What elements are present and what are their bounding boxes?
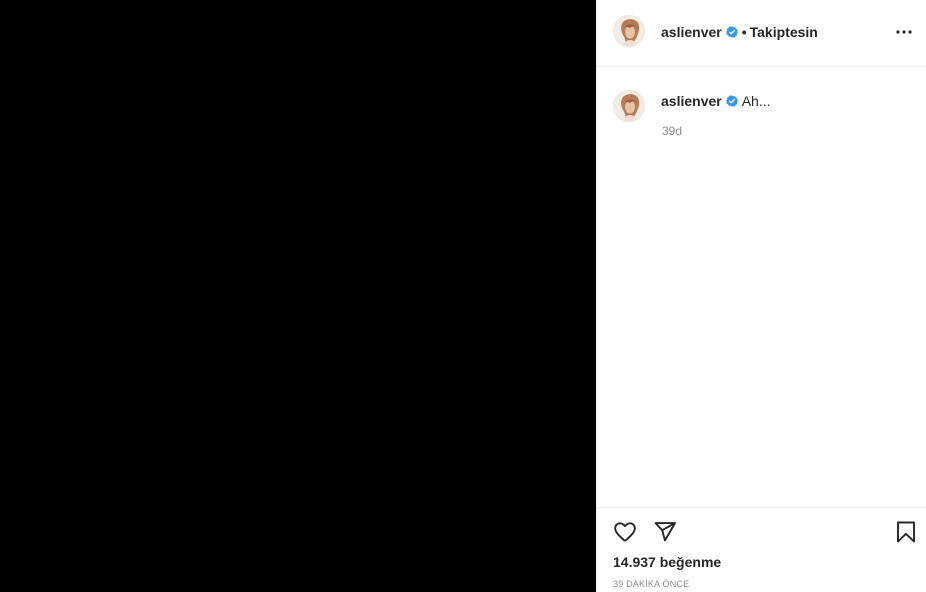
- paper-plane-icon[interactable]: [653, 520, 677, 544]
- post-media[interactable]: [0, 0, 596, 592]
- caption-time: 39d: [662, 124, 683, 138]
- likes-count[interactable]: 14.937 beğenme: [613, 554, 721, 570]
- heart-outline-icon[interactable]: [613, 520, 637, 544]
- header-separator: •: [741, 24, 747, 40]
- post-header: aslienver • Takiptesin: [597, 0, 926, 67]
- caption-avatar[interactable]: [613, 90, 645, 122]
- avatar-image: [614, 16, 644, 46]
- post-timestamp: 39 DAKİKA ÖNCE: [613, 579, 690, 589]
- header-username[interactable]: aslienver: [661, 24, 722, 40]
- post-actions: 14.937 beğenme 39 DAKİKA ÖNCE: [597, 507, 926, 592]
- post-viewer: aslienver • Takiptesin aslienver Ah... 3…: [0, 0, 926, 592]
- avatar[interactable]: [613, 15, 645, 47]
- caption-text: Ah...: [741, 93, 771, 109]
- caption-line: aslienver Ah...: [661, 92, 771, 110]
- avatar-image: [614, 91, 644, 121]
- follow-status-button[interactable]: Takiptesin: [750, 24, 818, 40]
- verified-badge-icon: [725, 26, 738, 38]
- header-user-line: aslienver • Takiptesin: [661, 23, 818, 41]
- more-horizontal-icon[interactable]: [892, 22, 916, 42]
- post-side-panel: aslienver • Takiptesin aslienver Ah... 3…: [596, 0, 926, 592]
- bookmark-outline-icon[interactable]: [894, 520, 918, 544]
- caption-username[interactable]: aslienver: [661, 93, 722, 109]
- verified-badge-icon: [725, 95, 738, 107]
